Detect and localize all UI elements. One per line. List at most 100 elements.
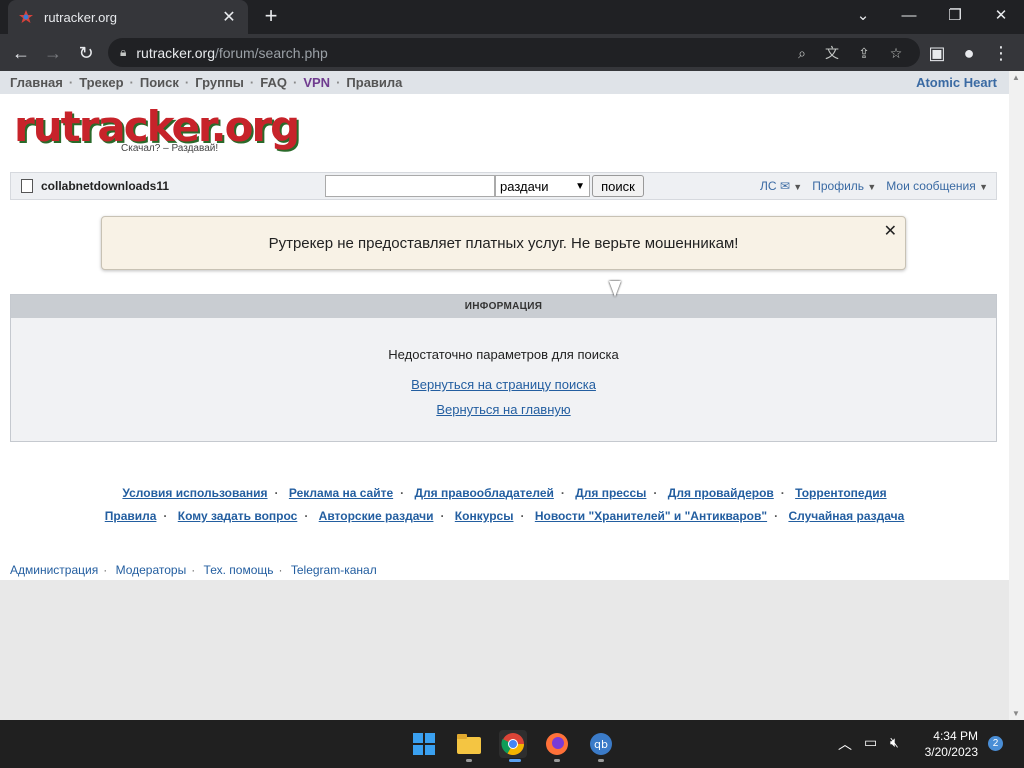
web-page: Главная · Трекер · Поиск · Группы · FAQ · VPN… bbox=[0, 71, 1009, 580]
bottom-link[interactable]: Telegram-канал bbox=[291, 563, 377, 577]
taskbar: qb ︿ ▭ 🔇︎ 4:34 PM 3/20/2023 bbox=[0, 720, 1024, 768]
user-menu: ЛС ✉ ▼ Профиль ▼ Мои сообщения ▼ bbox=[760, 179, 988, 193]
back-to-home-link[interactable]: Вернуться на главную bbox=[436, 402, 570, 417]
footer-link[interactable]: Торрентопедия bbox=[795, 486, 886, 500]
bottom-link[interactable]: Тех. помощь bbox=[204, 563, 274, 577]
search-scope-value: раздачи bbox=[500, 178, 549, 194]
side-panel-icon[interactable]: ▣ bbox=[924, 40, 950, 66]
user-bar: collabnetdownloads11 раздачи ▼ поиск ЛС … bbox=[10, 172, 997, 200]
firefox-icon[interactable] bbox=[543, 730, 571, 758]
username[interactable]: collabnetdownloads11 bbox=[41, 179, 169, 193]
document-icon bbox=[21, 179, 33, 193]
lock-icon: 🔒︎ bbox=[120, 45, 127, 59]
bottom-links: Администрация · Модераторы · Тех. помощь · … bbox=[10, 563, 377, 577]
nav-faq[interactable]: FAQ bbox=[260, 75, 287, 90]
reload-icon[interactable]: ↻ bbox=[73, 40, 99, 66]
info-header: ИНФОРМАЦИЯ bbox=[11, 295, 996, 318]
profile-menu[interactable]: Профиль ▼ bbox=[812, 179, 876, 193]
scroll-down-icon[interactable]: ▼ bbox=[1012, 709, 1020, 718]
windows-start-icon[interactable] bbox=[410, 730, 438, 758]
menu-kebab-icon[interactable]: ⋮ bbox=[988, 40, 1014, 66]
footer-links-row1: Условия использования · Реклама на сайте ·… bbox=[122, 486, 887, 500]
file-explorer-icon[interactable] bbox=[455, 730, 483, 758]
zoom-search-icon[interactable]: ⌕ bbox=[792, 43, 812, 63]
rutracker-favicon-icon bbox=[19, 10, 33, 23]
mouse-cursor-icon bbox=[609, 281, 621, 297]
scam-warning-banner: Рутрекер не предоставляет платных услуг.… bbox=[101, 216, 906, 270]
share-icon[interactable]: ⇪ bbox=[854, 43, 874, 63]
nav-atomic-heart[interactable]: Atomic Heart bbox=[916, 75, 997, 90]
my-posts-menu[interactable]: Мои сообщения ▼ bbox=[886, 179, 988, 193]
new-tab-icon[interactable]: + bbox=[260, 5, 282, 28]
footer-link[interactable]: Новости "Хранителей" и "Антикваров" bbox=[535, 509, 767, 523]
taskbar-indicator bbox=[554, 759, 560, 762]
clock-time: 4:34 PM bbox=[933, 729, 978, 743]
system-clock[interactable]: 4:34 PM 3/20/2023 bbox=[920, 728, 978, 760]
notification-badge[interactable]: 2 bbox=[988, 736, 1003, 751]
nav-home[interactable]: Главная bbox=[10, 75, 63, 90]
footer-links-row2: Правила · Кому задать вопрос · Авторские р… bbox=[104, 509, 905, 523]
site-top-nav: Главная · Трекер · Поиск · Группы · FAQ · VPN… bbox=[0, 71, 1009, 94]
info-panel: ИНФОРМАЦИЯ Недостаточно параметров для п… bbox=[10, 294, 997, 442]
restore-icon[interactable]: ❐ bbox=[932, 0, 978, 30]
profile-avatar-icon[interactable]: ● bbox=[956, 40, 982, 66]
my-posts-label: Мои сообщения bbox=[886, 179, 976, 193]
site-logo[interactable]: rutracker.org Скачал? – Раздавай! bbox=[14, 105, 300, 157]
footer-link[interactable]: Кому задать вопрос bbox=[178, 509, 298, 523]
search-input[interactable] bbox=[325, 175, 495, 197]
alert-text: Рутрекер не предоставляет платных услуг.… bbox=[268, 234, 739, 252]
close-window-icon[interactable]: ✕ bbox=[978, 0, 1024, 30]
footer-link[interactable]: Реклама на сайте bbox=[289, 486, 393, 500]
triangle-down-icon: ▼ bbox=[979, 182, 988, 192]
footer-link[interactable]: Случайная раздача bbox=[788, 509, 904, 523]
tab-close-icon[interactable]: ✕ bbox=[220, 7, 238, 27]
nav-rules[interactable]: Правила bbox=[346, 75, 402, 90]
address-bar[interactable]: 🔒︎ rutracker.org/forum/search.php ⌕ 文 ⇪ … bbox=[108, 38, 920, 67]
pm-label: ЛС ✉ bbox=[760, 179, 790, 193]
nav-vpn[interactable]: VPN bbox=[303, 75, 330, 90]
nav-groups[interactable]: Группы bbox=[195, 75, 244, 90]
tab-title: rutracker.org bbox=[44, 9, 117, 25]
bookmark-star-icon[interactable]: ☆ bbox=[886, 43, 906, 63]
footer-link[interactable]: Для прессы bbox=[575, 486, 646, 500]
bottom-link[interactable]: Модераторы bbox=[116, 563, 187, 577]
footer-link[interactable]: Условия использования bbox=[122, 486, 267, 500]
tray-chevron-up-icon[interactable]: ︿ bbox=[838, 734, 852, 754]
network-icon[interactable]: ▭ bbox=[864, 734, 877, 751]
back-icon[interactable]: ← bbox=[8, 40, 34, 66]
footer-link[interactable]: Правила bbox=[105, 509, 157, 523]
svg-text:qb: qb bbox=[594, 738, 608, 751]
chrome-icon[interactable] bbox=[499, 730, 527, 758]
footer-link[interactable]: Авторские раздачи bbox=[319, 509, 434, 523]
page-background bbox=[0, 580, 1009, 720]
search-button[interactable]: поиск bbox=[592, 175, 644, 197]
triangle-down-icon: ▼ bbox=[793, 182, 803, 192]
info-message: Недостаточно параметров для поиска bbox=[388, 347, 619, 362]
bottom-link[interactable]: Администрация bbox=[10, 563, 98, 577]
search-scope-select[interactable]: раздачи ▼ bbox=[495, 175, 590, 197]
close-icon[interactable]: ✕ bbox=[884, 221, 897, 241]
browser-tab-strip: rutracker.org ✕ + ⌄ — ❐ ✕ bbox=[0, 0, 1024, 34]
triangle-down-icon: ▼ bbox=[867, 182, 877, 192]
back-to-search-link[interactable]: Вернуться на страницу поиска bbox=[411, 377, 596, 392]
chevron-down-icon: ▼ bbox=[575, 180, 585, 192]
scroll-up-icon[interactable]: ▲ bbox=[1012, 73, 1020, 82]
forward-icon[interactable]: → bbox=[40, 40, 66, 66]
nav-tracker[interactable]: Трекер bbox=[79, 75, 123, 90]
profile-label: Профиль bbox=[812, 179, 865, 193]
taskbar-indicator bbox=[466, 759, 472, 762]
pm-menu[interactable]: ЛС ✉ ▼ bbox=[760, 179, 802, 193]
browser-tab[interactable]: rutracker.org ✕ bbox=[8, 0, 248, 34]
taskbar-active-indicator bbox=[509, 759, 521, 762]
footer-link[interactable]: Конкурсы bbox=[455, 509, 514, 523]
browser-toolbar: ← → ↻ 🔒︎ rutracker.org/forum/search.php … bbox=[0, 34, 1024, 71]
translate-icon[interactable]: 文 bbox=[822, 43, 842, 63]
footer-link[interactable]: Для провайдеров bbox=[668, 486, 774, 500]
footer-link[interactable]: Для правообладателей bbox=[414, 486, 553, 500]
nav-search[interactable]: Поиск bbox=[140, 75, 179, 90]
minimize-icon[interactable]: — bbox=[886, 0, 932, 30]
qbittorrent-icon[interactable]: qb bbox=[587, 730, 615, 758]
tab-search-chevron-icon[interactable]: ⌄ bbox=[840, 0, 886, 30]
scrollbar[interactable]: ▲ ▼ bbox=[1009, 71, 1024, 720]
volume-muted-icon[interactable]: 🔇︎ bbox=[890, 734, 899, 751]
